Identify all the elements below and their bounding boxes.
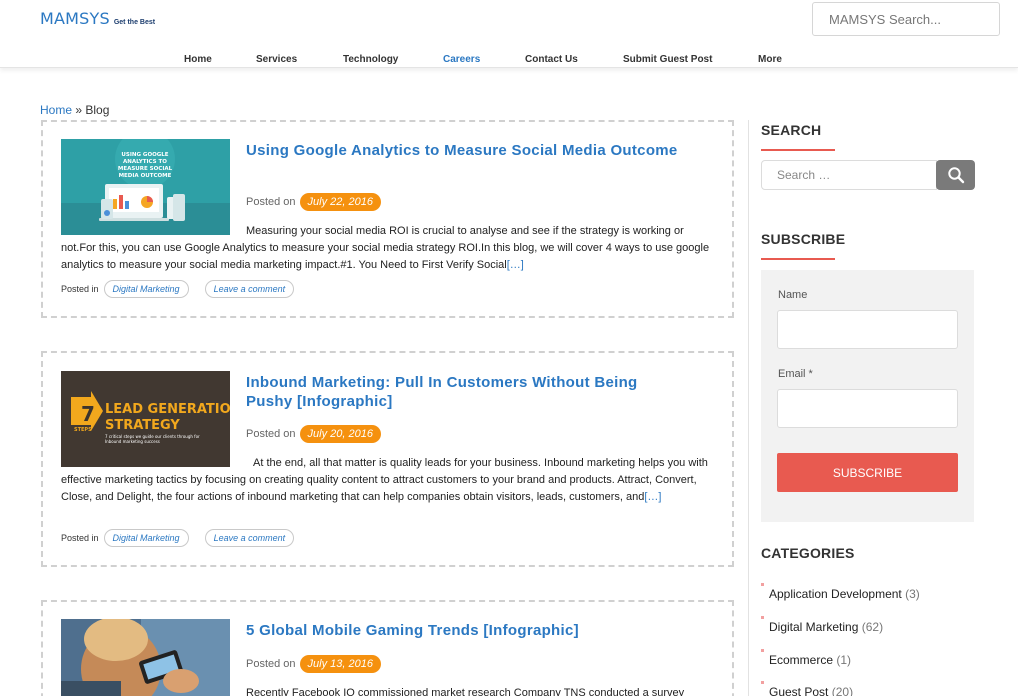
subscribe-widget-title: SUBSCRIBE [761, 231, 846, 247]
posted-on-label: Posted on [246, 658, 296, 670]
breadcrumb-separator: » [75, 103, 83, 117]
breadcrumb: Home » Blog [40, 103, 109, 117]
post-date-badge[interactable]: July 22, 2016 [299, 193, 381, 211]
thumb-steps: STEPS [74, 427, 92, 433]
post-card: 5 Global Mobile Gaming Trends [Infograph… [41, 600, 734, 696]
category-item[interactable]: Ecommerce (1) [761, 649, 852, 667]
subscribe-button[interactable]: SUBSCRIBE [777, 453, 958, 492]
categories-widget-title: CATEGORIES [761, 545, 855, 561]
post-date-row: Posted on July 22, 2016 [246, 193, 381, 211]
category-name[interactable]: Ecommerce [769, 653, 833, 667]
svg-text:MEASURE SOCIAL: MEASURE SOCIAL [118, 166, 173, 172]
leave-comment-pill[interactable]: Leave a comment [204, 529, 295, 547]
category-pill[interactable]: Digital Marketing [103, 280, 189, 298]
sidebar-divider [748, 120, 749, 696]
category-item[interactable]: Application Development (3) [761, 583, 920, 601]
bullet-icon [761, 681, 764, 684]
email-label: Email * [778, 368, 813, 380]
breadcrumb-home[interactable]: Home [40, 103, 72, 117]
header-search-input[interactable] [813, 3, 999, 35]
sidebar-search [761, 160, 975, 190]
post-title[interactable]: Using Google Analytics to Measure Social… [246, 141, 686, 160]
logo[interactable]: MAMSYS Get the Best [40, 9, 155, 28]
svg-text:ANALYTICS TO: ANALYTICS TO [123, 159, 167, 165]
subscribe-form: Name Email * SUBSCRIBE [761, 270, 974, 522]
category-count: (20) [831, 685, 854, 696]
name-field[interactable] [777, 310, 958, 349]
svg-text:USING GOOGLE: USING GOOGLE [121, 152, 168, 158]
post-excerpt-text: Measuring your social media ROI is cruci… [61, 225, 710, 271]
nav-technology[interactable]: Technology [343, 54, 398, 65]
nav-more[interactable]: More [758, 54, 782, 65]
logo-tagline: Get the Best [113, 19, 156, 26]
main-nav: Home Services Technology Careers Contact… [0, 54, 1018, 66]
bullet-icon [761, 616, 764, 619]
logo-name[interactable]: MAMSYS [40, 9, 110, 28]
email-field[interactable] [777, 389, 958, 428]
category-pill[interactable]: Digital Marketing [103, 529, 189, 547]
post-title[interactable]: 5 Global Mobile Gaming Trends [Infograph… [246, 621, 686, 640]
post-card: 7 STEPS LEAD GENERATION STRATEGY 7 criti… [41, 351, 734, 567]
posted-on-label: Posted on [246, 428, 296, 440]
nav-careers[interactable]: Careers [443, 54, 480, 65]
svg-text:MEDIA OUTCOME: MEDIA OUTCOME [119, 173, 172, 179]
post-title[interactable]: Inbound Marketing: Pull In Customers Wit… [246, 373, 686, 411]
read-more-link[interactable]: […] [507, 259, 524, 271]
post-excerpt-text: Recently Facebook IQ commissioned market… [246, 687, 685, 696]
category-name[interactable]: Digital Marketing [769, 620, 858, 634]
category-count: (3) [905, 587, 920, 601]
category-count: (62) [861, 620, 884, 634]
name-label: Name [778, 289, 808, 301]
post-excerpt: Measuring your social media ROI is cruci… [61, 223, 721, 274]
bullet-icon [761, 583, 764, 586]
post-date-badge[interactable]: July 13, 2016 [299, 655, 381, 673]
post-excerpt-text: At the end, all that matter is quality l… [61, 457, 708, 503]
post-card: USING GOOGLE ANALYTICS TO MEASURE SOCIAL… [41, 120, 734, 318]
bullet-icon [761, 649, 764, 652]
category-name[interactable]: Application Development [769, 587, 902, 601]
posted-on-label: Posted on [246, 196, 296, 208]
search-widget-rule [761, 149, 835, 151]
search-icon [947, 167, 964, 184]
nav-home[interactable]: Home [184, 54, 212, 65]
subscribe-widget-rule [761, 258, 835, 260]
nav-contact-us[interactable]: Contact Us [525, 54, 578, 65]
thumb-subtitle-2: Inbound marketing success [105, 439, 160, 444]
sidebar-search-input[interactable] [761, 160, 937, 190]
category-item[interactable]: Digital Marketing (62) [761, 616, 884, 634]
post-excerpt: Recently Facebook IQ commissioned market… [61, 685, 721, 696]
header-search[interactable] [812, 2, 1000, 36]
sidebar-search-button[interactable] [936, 160, 975, 190]
post-date-badge[interactable]: July 20, 2016 [299, 425, 381, 443]
post-date-row: Posted on July 20, 2016 [246, 425, 381, 443]
thumb-number: 7 [81, 402, 95, 426]
category-item[interactable]: Guest Post (20) [761, 681, 854, 696]
thumb-title-2: STRATEGY [105, 418, 180, 433]
post-meta: Posted in Digital Marketing Leave a comm… [61, 280, 295, 298]
post-thumbnail[interactable]: USING GOOGLE ANALYTICS TO MEASURE SOCIAL… [61, 139, 230, 235]
nav-submit-guest-post[interactable]: Submit Guest Post [623, 54, 712, 65]
breadcrumb-current: Blog [85, 103, 110, 117]
posted-in-label: Posted in [61, 533, 99, 543]
nav-services[interactable]: Services [256, 54, 297, 65]
post-meta: Posted in Digital Marketing Leave a comm… [61, 529, 295, 547]
posted-in-label: Posted in [61, 284, 99, 294]
site-header: MAMSYS Get the Best Home Services Techno… [0, 0, 1018, 68]
thumb-title-1: LEAD GENERATION [105, 402, 230, 417]
category-name[interactable]: Guest Post [769, 685, 828, 696]
post-excerpt: At the end, all that matter is quality l… [61, 455, 721, 506]
post-thumbnail[interactable]: 7 STEPS LEAD GENERATION STRATEGY 7 criti… [61, 371, 230, 467]
read-more-link[interactable]: […] [644, 491, 661, 503]
category-count: (1) [836, 653, 852, 667]
search-widget-title: SEARCH [761, 122, 822, 138]
leave-comment-pill[interactable]: Leave a comment [204, 280, 295, 298]
post-date-row: Posted on July 13, 2016 [246, 655, 381, 673]
